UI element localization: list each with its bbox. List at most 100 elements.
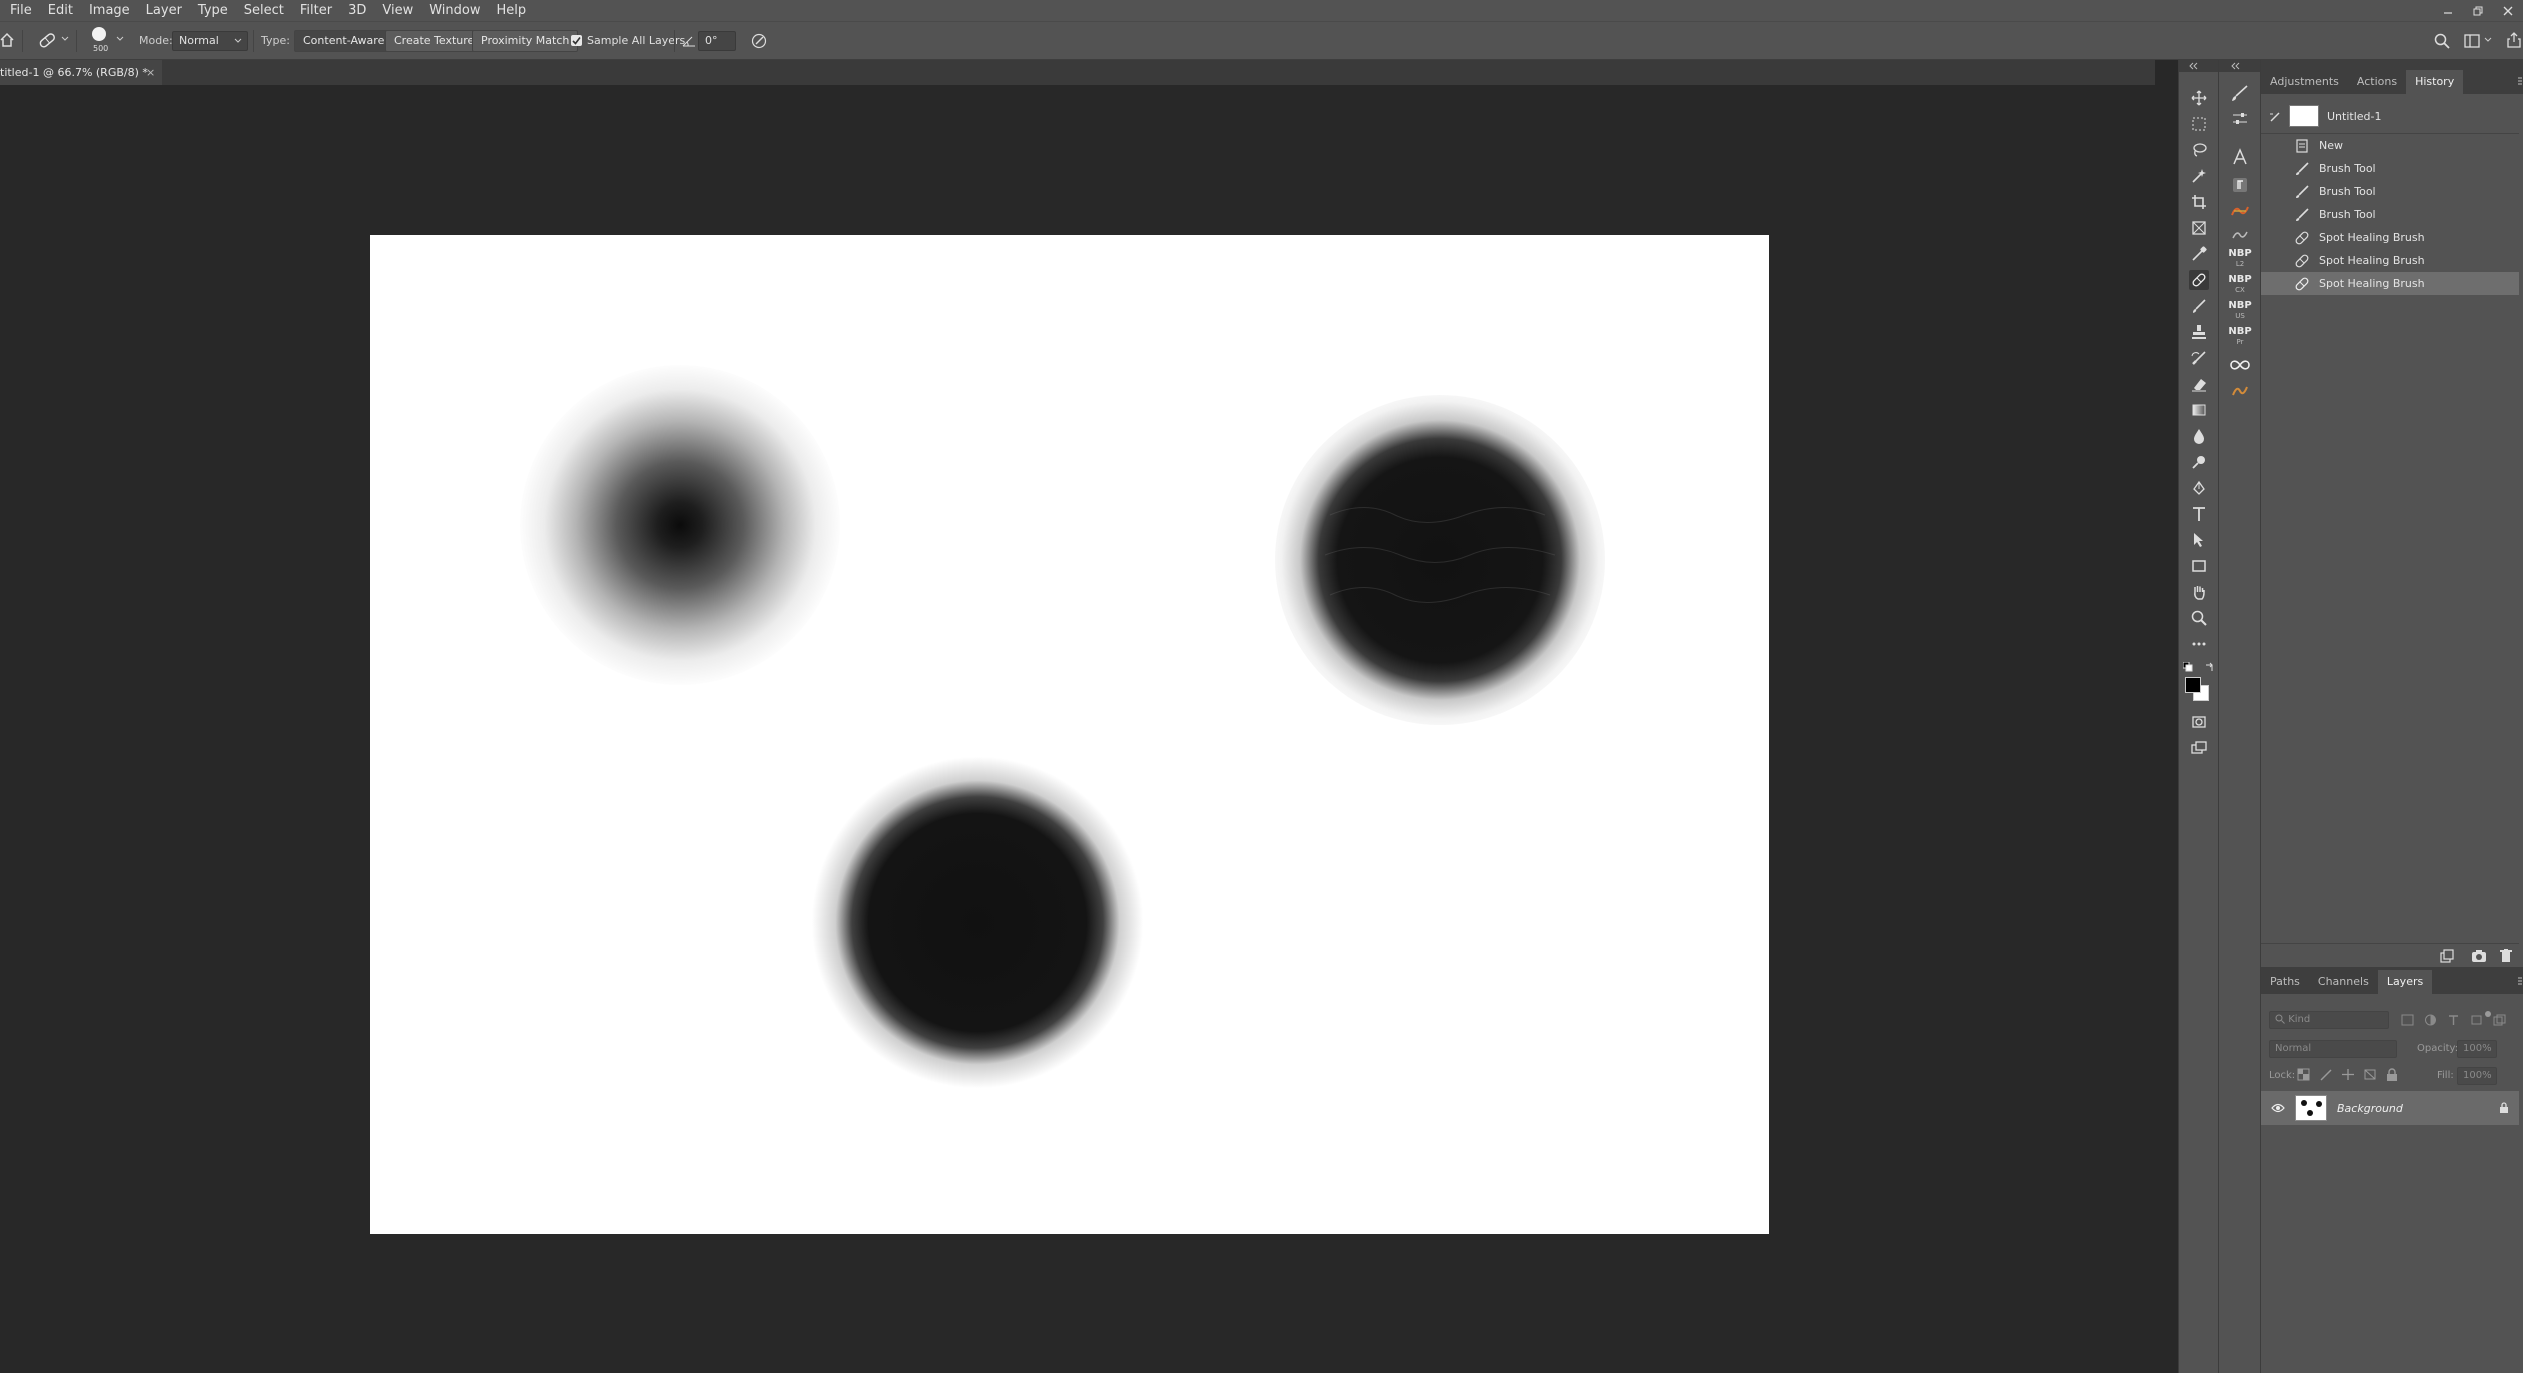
share-icon[interactable] — [2506, 32, 2522, 48]
chevron-down-icon[interactable] — [2484, 37, 2492, 43]
lock-artboard-icon[interactable] — [2363, 1068, 2377, 1081]
pen-tool-icon[interactable] — [2189, 478, 2209, 498]
history-state[interactable]: Brush Tool — [2261, 157, 2519, 180]
create-texture-button[interactable]: Create Texture — [385, 30, 484, 52]
screen-mode-icon[interactable] — [2189, 738, 2209, 758]
menu-type[interactable]: Type — [190, 0, 236, 21]
menu-help[interactable]: Help — [489, 0, 535, 21]
dodge-tool-icon[interactable] — [2189, 452, 2209, 472]
foreground-color-swatch[interactable] — [2185, 677, 2201, 693]
adjustment-filter-icon[interactable] — [2424, 1014, 2437, 1026]
magic-wand-tool-icon[interactable] — [2189, 166, 2209, 186]
nbp-panel-icon[interactable]: NBP Pr — [2228, 326, 2251, 348]
rectangle-tool-icon[interactable] — [2189, 556, 2209, 576]
home-icon[interactable] — [0, 32, 14, 48]
tab-channels[interactable]: Channels — [2309, 970, 2378, 994]
nbp-panel-icon[interactable]: NBP US — [2228, 300, 2251, 322]
tab-paths[interactable]: Paths — [2261, 970, 2309, 994]
new-document-from-state-icon[interactable] — [2440, 949, 2454, 963]
fill-input[interactable]: 100% — [2457, 1067, 2497, 1085]
smart-object-filter-icon[interactable] — [2493, 1014, 2506, 1026]
swap-colors-icon[interactable] — [2205, 662, 2215, 672]
default-colors-icon[interactable] — [2183, 662, 2193, 672]
eraser-tool-icon[interactable] — [2189, 374, 2209, 394]
menu-file[interactable]: File — [0, 0, 40, 21]
frame-tool-icon[interactable] — [2189, 218, 2209, 238]
clone-stamp-tool-icon[interactable] — [2189, 322, 2209, 342]
tab-actions[interactable]: Actions — [2348, 70, 2406, 94]
content-aware-button[interactable]: Content-Aware — [294, 30, 394, 52]
menu-image[interactable]: Image — [81, 0, 138, 21]
spot-healing-brush-tool-icon[interactable] — [2189, 270, 2209, 290]
lasso-tool-icon[interactable] — [2189, 140, 2209, 160]
tab-adjustments[interactable]: Adjustments — [2261, 70, 2348, 94]
document-canvas[interactable] — [370, 235, 1769, 1234]
chevron-down-icon[interactable] — [116, 36, 124, 42]
marquee-tool-icon[interactable] — [2189, 114, 2209, 134]
mode-select[interactable]: Normal — [172, 31, 248, 51]
layer-background[interactable]: Background — [2261, 1091, 2519, 1125]
menu-3d[interactable]: 3D — [340, 0, 374, 21]
opacity-input[interactable]: 100% — [2457, 1040, 2497, 1058]
nbp-panel-icon[interactable]: NBP L2 — [2228, 248, 2251, 270]
hand-tool-icon[interactable] — [2189, 582, 2209, 602]
type-filter-icon[interactable] — [2447, 1014, 2460, 1026]
menu-select[interactable]: Select — [236, 0, 292, 21]
shape-filter-icon[interactable] — [2470, 1014, 2483, 1026]
infinity-plugin-icon[interactable] — [2229, 354, 2251, 376]
quick-mask-icon[interactable] — [2189, 712, 2209, 732]
history-state[interactable]: New — [2261, 134, 2519, 157]
menu-edit[interactable]: Edit — [40, 0, 81, 21]
lock-all-icon[interactable] — [2385, 1068, 2399, 1081]
document-tab[interactable]: titled-1 @ 66.7% (RGB/8) * — [0, 60, 162, 85]
brush-settings-icon[interactable] — [2229, 82, 2251, 104]
panel-menu-icon[interactable] — [2517, 76, 2523, 88]
eyedropper-tool-icon[interactable] — [2189, 244, 2209, 264]
history-state[interactable]: Spot Healing Brush — [2261, 249, 2519, 272]
panel-collapse-bar[interactable] — [2179, 60, 2219, 72]
pixel-filter-icon[interactable] — [2401, 1014, 2414, 1026]
paragraph-icon[interactable] — [2229, 174, 2251, 196]
plugin-link-icon[interactable] — [2229, 224, 2251, 246]
history-state[interactable]: Spot Healing Brush — [2261, 226, 2519, 249]
menu-layer[interactable]: Layer — [138, 0, 190, 21]
menu-view[interactable]: View — [374, 0, 421, 21]
search-icon[interactable] — [2434, 33, 2450, 49]
eye-visibility-icon[interactable] — [2271, 1103, 2285, 1113]
plugin-orange-icon[interactable] — [2229, 380, 2251, 402]
proximity-match-button[interactable]: Proximity Match — [472, 30, 579, 52]
history-brush-tool-icon[interactable] — [2189, 348, 2209, 368]
history-state-selected[interactable]: Spot Healing Brush — [2261, 272, 2519, 295]
character-icon[interactable] — [2229, 146, 2251, 168]
panel-collapse-bar[interactable] — [2219, 60, 2261, 72]
brush-tool-icon[interactable] — [2189, 296, 2209, 316]
type-tool-icon[interactable] — [2189, 504, 2209, 524]
sample-all-layers-checkbox[interactable]: Sample All Layers — [571, 34, 685, 47]
spot-healing-brush-icon[interactable] — [36, 31, 58, 49]
tab-layers[interactable]: Layers — [2377, 970, 2433, 994]
tab-history[interactable]: History — [2406, 70, 2464, 94]
angle-input[interactable]: 0° — [698, 31, 736, 51]
filter-toggle-icon[interactable] — [2485, 1011, 2491, 1017]
chevron-down-icon[interactable] — [61, 36, 69, 42]
zoom-tool-icon[interactable] — [2189, 608, 2209, 628]
restore-icon[interactable] — [2463, 0, 2493, 21]
history-source-brush-icon[interactable] — [2269, 110, 2283, 122]
menu-window[interactable]: Window — [421, 0, 488, 21]
more-tools-icon[interactable] — [2189, 634, 2209, 654]
gradient-tool-icon[interactable] — [2189, 400, 2209, 420]
history-state[interactable]: Brush Tool — [2261, 203, 2519, 226]
plugin-red-icon[interactable] — [2229, 200, 2251, 222]
history-snapshot[interactable]: Untitled-1 — [2261, 101, 2519, 131]
lock-pixels-icon[interactable] — [2319, 1068, 2333, 1081]
move-tool-icon[interactable] — [2189, 88, 2209, 108]
workspace-icon[interactable] — [2464, 34, 2480, 48]
lock-transparent-icon[interactable] — [2297, 1068, 2311, 1081]
camera-icon[interactable] — [2471, 949, 2487, 963]
panel-menu-icon[interactable] — [2517, 976, 2523, 988]
layer-filter-select[interactable]: Kind — [2269, 1011, 2389, 1029]
brush-preset-picker[interactable] — [91, 26, 107, 42]
properties-icon[interactable] — [2229, 108, 2251, 130]
menu-filter[interactable]: Filter — [292, 0, 340, 21]
history-state[interactable]: Brush Tool — [2261, 180, 2519, 203]
